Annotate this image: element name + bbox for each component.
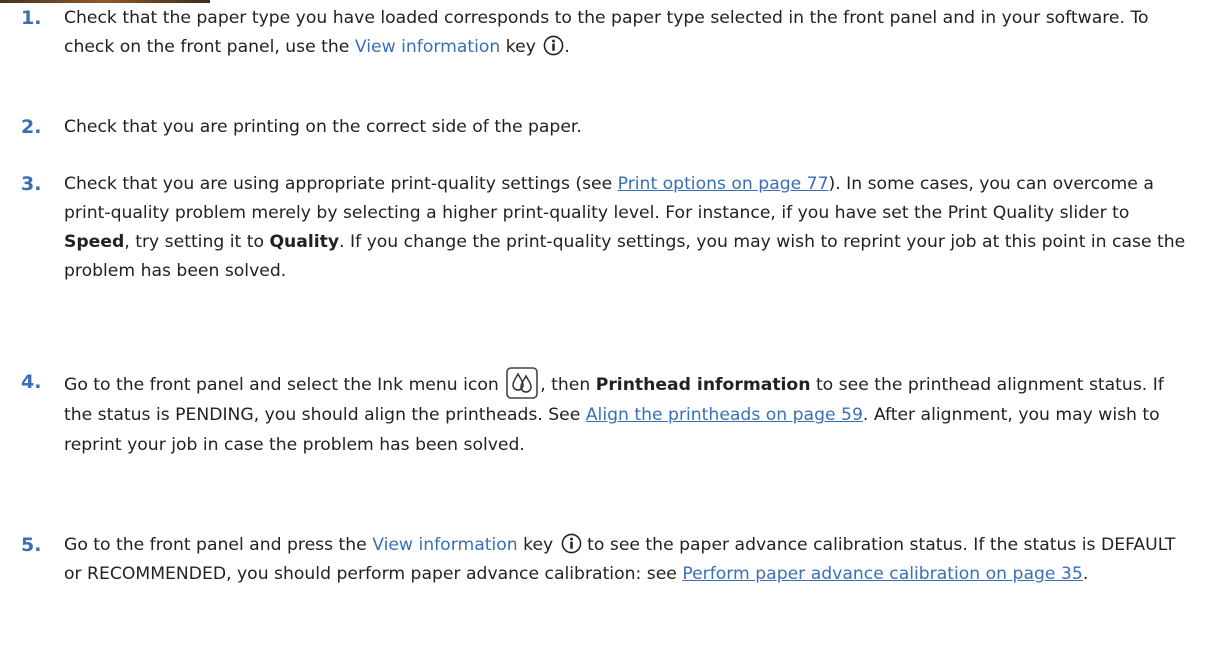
step-number: 2.	[21, 116, 42, 138]
step-text: Check that you are using appropriate pri…	[64, 174, 1186, 281]
step-text: Check that you are printing on the corre…	[64, 117, 582, 137]
view-information-term: View information	[372, 535, 518, 555]
step-number: 5.	[21, 534, 42, 556]
ink-drops-icon	[506, 367, 539, 399]
quality-term: Quality	[269, 232, 340, 252]
step-number: 1.	[21, 7, 42, 29]
paper-advance-calibration-link[interactable]: Perform paper advance calibration on pag…	[682, 564, 1082, 584]
step-text: Go to the front panel and select the Ink…	[64, 367, 1189, 460]
step-text: Check that the paper type you have loade…	[64, 8, 1149, 57]
step-number: 3.	[21, 173, 42, 195]
printhead-information-term: Printhead information	[595, 375, 811, 395]
header-image-strip	[0, 0, 210, 3]
speed-term: Speed	[64, 232, 125, 252]
step-text: Go to the front panel and press the View…	[64, 533, 1176, 584]
print-options-link[interactable]: Print options on page 77	[618, 174, 829, 194]
view-information-term: View information	[354, 37, 501, 57]
step-number: 4.	[21, 371, 42, 393]
info-circle-icon	[561, 533, 582, 554]
info-circle-icon	[544, 35, 564, 56]
align-printheads-link[interactable]: Align the printheads on page 59	[586, 405, 863, 425]
